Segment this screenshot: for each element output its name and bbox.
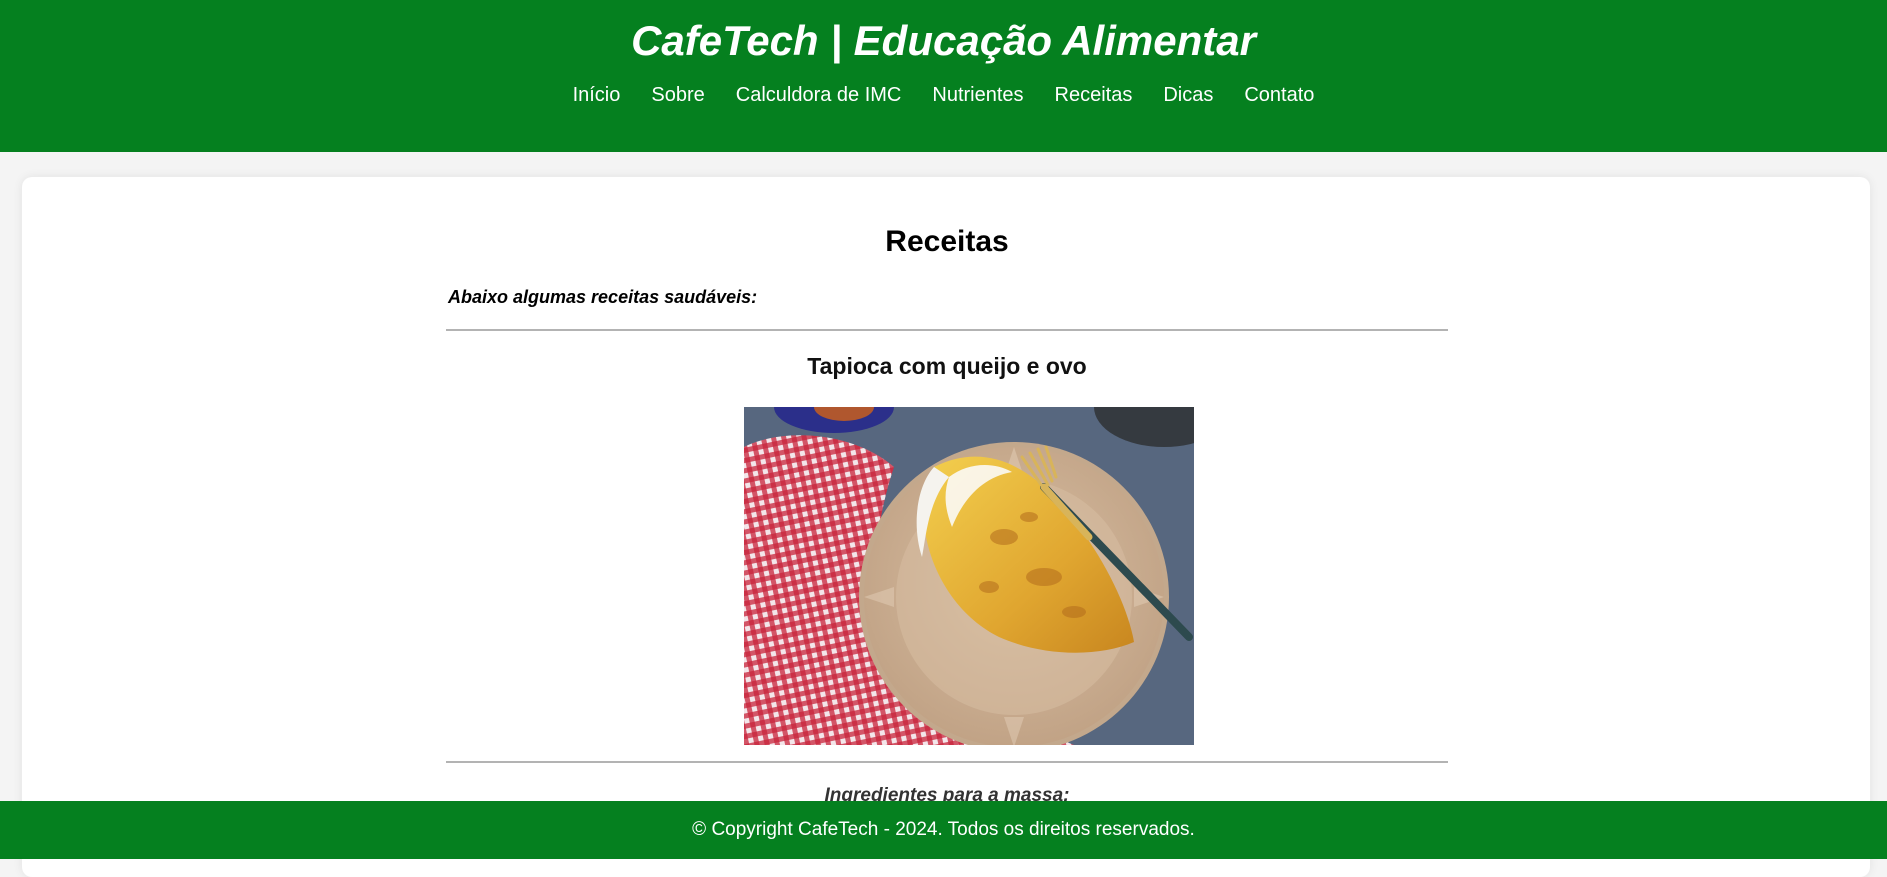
page-title: Receitas <box>885 225 1009 258</box>
nav-link-inicio[interactable]: Início <box>573 82 621 108</box>
nav-link-contato[interactable]: Contato <box>1244 82 1314 108</box>
site-header: CafeTech | Educação Alimentar Início Sob… <box>0 0 1887 152</box>
nav-link-dicas[interactable]: Dicas <box>1163 82 1213 108</box>
recipe-image <box>744 407 1194 745</box>
site-title: CafeTech | Educação Alimentar <box>631 17 1256 64</box>
content-card: Receitas Abaixo algumas receitas saudáve… <box>22 177 1870 877</box>
nav-link-sobre[interactable]: Sobre <box>651 82 704 108</box>
nav-link-receitas[interactable]: Receitas <box>1055 82 1133 108</box>
divider <box>446 761 1448 763</box>
main-nav: Início Sobre Calculdora de IMC Nutriente… <box>0 82 1887 108</box>
nav-link-nutrientes[interactable]: Nutrientes <box>932 82 1023 108</box>
tapioca-plate-photo <box>744 407 1194 745</box>
nav-link-calculadora-imc[interactable]: Calculdora de IMC <box>736 82 902 108</box>
footer-copyright: © Copyright CafeTech - 2024. Todos os di… <box>692 819 1195 840</box>
intro-text: Abaixo algumas receitas saudáveis: <box>448 287 758 307</box>
divider <box>446 329 1448 331</box>
site-footer: © Copyright CafeTech - 2024. Todos os di… <box>0 801 1887 859</box>
recipe-title: Tapioca com queijo e ovo <box>807 353 1087 379</box>
